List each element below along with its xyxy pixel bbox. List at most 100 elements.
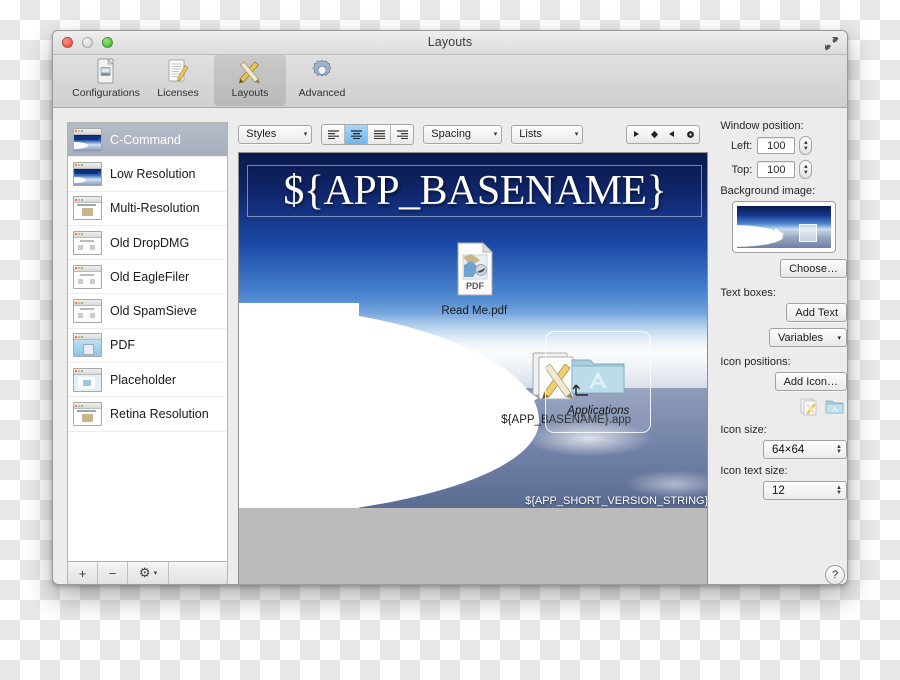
- fullscreen-arrows-icon[interactable]: [823, 35, 839, 51]
- spacing-popup-button[interactable]: Spacing ▾: [423, 124, 503, 144]
- background-image-well[interactable]: [732, 201, 837, 253]
- applications-folder-mini-icon: [825, 400, 844, 414]
- left-label: Left:: [730, 139, 753, 152]
- preview-folder-box: [799, 224, 818, 243]
- sidebar-item-pdf[interactable]: PDF: [68, 329, 228, 364]
- chevron-down-icon: ▾: [837, 334, 841, 342]
- stepper-down-icon: ▼: [802, 169, 809, 176]
- sidebar-item-old-eaglefiler[interactable]: Old EagleFiler: [68, 260, 228, 295]
- sidebar-item-label: Placeholder: [110, 372, 177, 387]
- canvas-nav-segmented-control: [626, 124, 701, 144]
- sidebar-item-label: C-Command: [110, 132, 181, 147]
- styles-label: Styles: [246, 128, 277, 140]
- record-circle-icon[interactable]: [681, 126, 699, 143]
- ruler-pencil-icon: [214, 58, 286, 85]
- variables-popup-button[interactable]: Variables ▾: [769, 328, 847, 347]
- toolbar-label: Configurations: [72, 87, 140, 99]
- play-right-icon[interactable]: [627, 126, 645, 143]
- sidebar-item-label: PDF: [110, 338, 135, 353]
- layout-thumbnail: [73, 230, 102, 255]
- inspector-panel: Window position: Left: 100 ▲ ▼ Top: 100 …: [720, 120, 847, 584]
- sidebar-item-placeholder[interactable]: Placeholder: [68, 363, 228, 398]
- choose-background-button[interactable]: Choose…: [780, 259, 847, 278]
- add-text-row: Add Text: [720, 303, 847, 322]
- align-left-button[interactable]: [322, 124, 346, 144]
- document-stack-icon: [70, 58, 142, 85]
- title-text-box[interactable]: ${APP_BASENAME}: [247, 165, 703, 217]
- sidebar-item-low-resolution[interactable]: Low Resolution: [68, 157, 228, 192]
- chevron-down-icon: ▾: [493, 131, 498, 138]
- left-position-stepper[interactable]: ▲ ▼: [799, 136, 813, 155]
- icon-positions-label: Icon positions:: [720, 356, 791, 368]
- layout-canvas[interactable]: ${APP_BASENAME} PDF Read Me.pdf ${APP_BA…: [239, 153, 708, 508]
- align-justify-button[interactable]: [391, 125, 413, 144]
- toolbar-item-configurations[interactable]: Configurations: [70, 55, 142, 106]
- top-position-stepper[interactable]: ▲ ▼: [799, 160, 813, 179]
- sidebar-item-c-command[interactable]: C-Command: [68, 123, 228, 158]
- pdf-document-icon: PDF: [457, 242, 494, 296]
- sidebar-item-old-dropdmg[interactable]: Old DropDMG: [68, 226, 228, 261]
- align-center-button[interactable]: [345, 124, 369, 144]
- lists-popup-button[interactable]: Lists ▾: [511, 124, 584, 144]
- diamond-icon[interactable]: [645, 126, 663, 143]
- toolbar-item-advanced[interactable]: Advanced: [286, 55, 358, 106]
- sidebar-item-multi-resolution[interactable]: Multi-Resolution: [68, 192, 228, 226]
- help-button[interactable]: ?: [825, 565, 845, 584]
- sidebar-item-old-spamsieve[interactable]: Old SpamSieve: [68, 294, 228, 329]
- choose-row: Choose…: [720, 259, 847, 278]
- add-text-button[interactable]: Add Text: [786, 303, 847, 322]
- layout-thumbnail: [73, 196, 102, 221]
- layout-thumbnail: [73, 333, 102, 358]
- window-title: Layouts: [427, 35, 473, 49]
- top-position-input[interactable]: 100: [757, 161, 796, 178]
- toolbar-item-licenses[interactable]: Licenses: [142, 55, 214, 106]
- updown-icon: ▲ ▼: [836, 443, 842, 455]
- sidebar-item-retina-resolution[interactable]: Retina Resolution: [68, 397, 228, 432]
- svg-text:PDF: PDF: [466, 281, 485, 291]
- variables-label: Variables: [778, 331, 824, 344]
- text-alignment-group: [321, 123, 415, 145]
- remove-layout-button[interactable]: −: [98, 562, 128, 584]
- left-position-input[interactable]: 100: [757, 137, 796, 154]
- layout-thumbnail: [73, 264, 102, 289]
- window-position-label: Window position:: [720, 120, 804, 132]
- icon-size-value: 64×64: [772, 443, 805, 456]
- icon-size-label: Icon size:: [720, 424, 767, 436]
- applications-folder-icon: [571, 359, 625, 396]
- sidebar-item-label: Low Resolution: [110, 166, 196, 181]
- add-icon-button[interactable]: Add Icon…: [774, 372, 847, 391]
- canvas-icon-label: Applications: [567, 405, 630, 417]
- chevron-down-icon: ▾: [153, 570, 158, 577]
- spacing-label: Spacing: [431, 128, 472, 140]
- stepper-down-icon: ▼: [802, 145, 809, 152]
- app-bundle-mini-icon: [800, 398, 817, 416]
- layout-thumbnail: [73, 127, 102, 152]
- styles-popup-button[interactable]: Styles ▾: [238, 124, 313, 144]
- layout-canvas-container[interactable]: ${APP_BASENAME} PDF Read Me.pdf ${APP_BA…: [238, 152, 709, 584]
- play-left-icon[interactable]: [663, 126, 681, 143]
- layouts-sidebar: C-Command Low Resolution Multi-Resolutio…: [67, 122, 229, 584]
- icon-position-previews: [720, 397, 847, 416]
- toolbar-item-layouts[interactable]: Layouts: [214, 55, 286, 106]
- toolbar-label: Advanced: [298, 87, 346, 99]
- document-pencil-icon: [142, 58, 214, 85]
- chevron-down-icon: ▾: [574, 131, 579, 138]
- icon-size-select[interactable]: 64×64 ▲ ▼: [763, 440, 847, 459]
- canvas-icon-readme-pdf[interactable]: PDF Read Me.pdf: [419, 241, 529, 317]
- canvas-icon-applications-folder[interactable]: Applications: [545, 331, 652, 433]
- sidebar-item-label: Multi-Resolution: [110, 201, 200, 216]
- application-window: Layouts Configurations Licenses Layouts …: [52, 30, 848, 585]
- layouts-list[interactable]: C-Command Low Resolution Multi-Resolutio…: [67, 122, 229, 561]
- chevron-down-icon: ▾: [303, 131, 308, 138]
- gear-icon: [286, 58, 358, 85]
- variables-row: Variables ▾: [720, 328, 847, 347]
- add-layout-button[interactable]: +: [68, 562, 98, 584]
- version-text-box[interactable]: ${APP_SHORT_VERSION_STRING}: [525, 495, 707, 507]
- icon-text-size-select[interactable]: 12 ▲ ▼: [763, 481, 847, 500]
- updown-icon: ▲ ▼: [836, 484, 842, 496]
- layout-thumbnail: [73, 299, 102, 324]
- canvas-icon-label: Read Me.pdf: [441, 305, 508, 317]
- layout-actions-menu-button[interactable]: ⚙ ▾: [128, 562, 169, 584]
- icon-text-size-value: 12: [772, 484, 785, 497]
- align-right-button[interactable]: [368, 124, 392, 144]
